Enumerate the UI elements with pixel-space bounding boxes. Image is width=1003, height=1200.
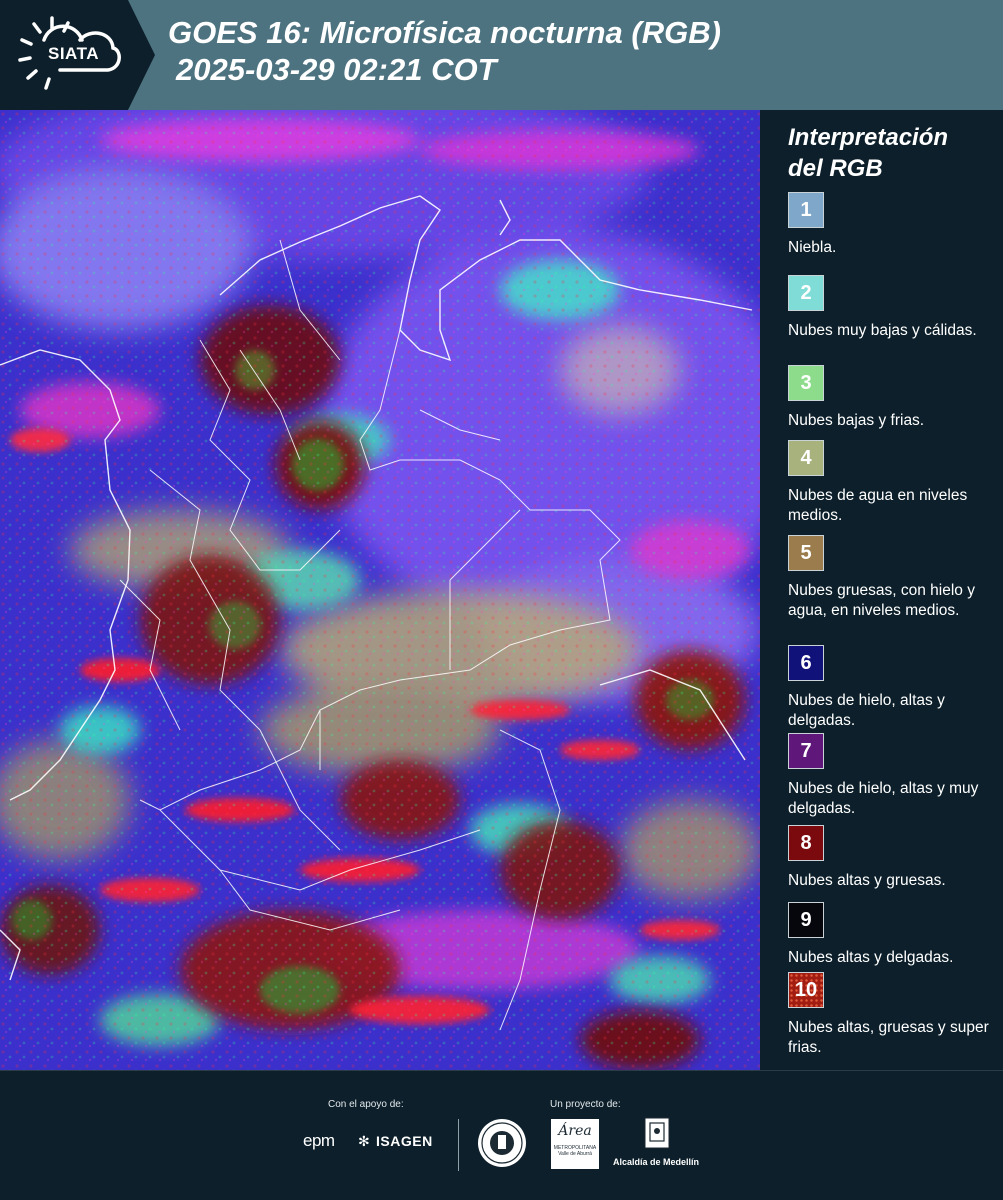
legend-item: 8 Nubes altas y gruesas. <box>788 825 998 891</box>
legend-label: Nubes de hielo, altas y muy delgadas. <box>788 780 979 817</box>
legend-swatch: 9 <box>788 902 824 938</box>
legend-swatch: 7 <box>788 733 824 769</box>
page-title: GOES 16: Microfísica nocturna (RGB) 2025… <box>168 14 721 88</box>
legend-swatch: 3 <box>788 365 824 401</box>
legend-swatch: 10 <box>788 972 824 1008</box>
legend-label: Nubes muy bajas y cálidas. <box>788 322 977 339</box>
legend-item: 3 Nubes bajas y frias. <box>788 365 998 431</box>
legend-swatch: 5 <box>788 535 824 571</box>
legend-panel: Interpretación del RGB 1 Niebla. 2 Nubes mu… <box>760 110 1003 1070</box>
legend-title: Interpretación del RGB <box>788 122 948 184</box>
legend-title-line-1: Interpretación <box>788 124 949 151</box>
legend-item: 9 Nubes altas y delgadas. <box>788 902 998 968</box>
legend-swatch: 2 <box>788 275 824 311</box>
satellite-image <box>0 110 760 1070</box>
legend-swatch: 8 <box>788 825 824 861</box>
legend-item: 6 Nubes de hielo, altas y delgadas. <box>788 645 998 731</box>
legend-swatch: 4 <box>788 440 824 476</box>
header: SIATA GOES 16: Microfísica nocturna (RGB… <box>0 0 1003 110</box>
legend-item: 1 Niebla. <box>788 192 998 258</box>
alcaldia-label: Alcaldía de Medellín <box>613 1157 700 1167</box>
legend-item: 4 Nubes de agua en niveles medios. <box>788 440 998 526</box>
area-metropolitana-logo: Área METROPOLITANA Valle de Aburrá <box>551 1119 599 1169</box>
area-logo-text: Área <box>558 1123 592 1139</box>
footer: Con el apoyo de: Un proyecto de: epm ✻ I… <box>0 1070 1003 1200</box>
project-label: Un proyecto de: <box>550 1099 621 1110</box>
legend-label: Nubes altas y delgadas. <box>788 949 954 966</box>
support-label: Con el apoyo de: <box>328 1099 404 1110</box>
legend-item: 7 Nubes de hielo, altas y muy delgadas. <box>788 733 998 819</box>
area-logo-subtext: METROPOLITANA Valle de Aburrá <box>553 1145 597 1157</box>
legend-label: Nubes altas y gruesas. <box>788 872 946 889</box>
logo-text: SIATA <box>48 44 99 63</box>
legend-label: Nubes gruesas, con hielo y agua, en nive… <box>788 582 975 619</box>
legend-title-line-2: del RGB <box>788 155 883 182</box>
title-line-2: 2025-03-29 02:21 COT <box>176 52 497 87</box>
isagen-mark-icon: ✻ <box>358 1133 370 1149</box>
isagen-logo: ISAGEN <box>376 1133 433 1149</box>
legend-label: Nubes altas, gruesas y super frias. <box>788 1019 989 1056</box>
legend-item: 5 Nubes gruesas, con hielo y agua, en niv… <box>788 535 998 621</box>
satellite-map <box>0 110 760 1070</box>
legend-item: 10 Nubes altas, gruesas y super frias. <box>788 972 998 1058</box>
university-seal-icon <box>478 1119 526 1167</box>
footer-divider <box>458 1119 459 1171</box>
legend-label: Nubes de agua en niveles medios. <box>788 487 968 524</box>
epm-logo: epm <box>303 1131 335 1150</box>
legend-swatch: 6 <box>788 645 824 681</box>
alcaldia-shield-icon <box>644 1117 670 1149</box>
legend-swatch: 1 <box>788 192 824 228</box>
legend-label: Nubes bajas y frias. <box>788 412 925 429</box>
legend-item: 2 Nubes muy bajas y cálidas. <box>788 275 998 341</box>
legend-label: Niebla. <box>788 239 837 256</box>
siata-logo: SIATA <box>0 0 155 110</box>
title-line-1: GOES 16: Microfísica nocturna (RGB) <box>168 15 721 50</box>
legend-label: Nubes de hielo, altas y delgadas. <box>788 692 945 729</box>
